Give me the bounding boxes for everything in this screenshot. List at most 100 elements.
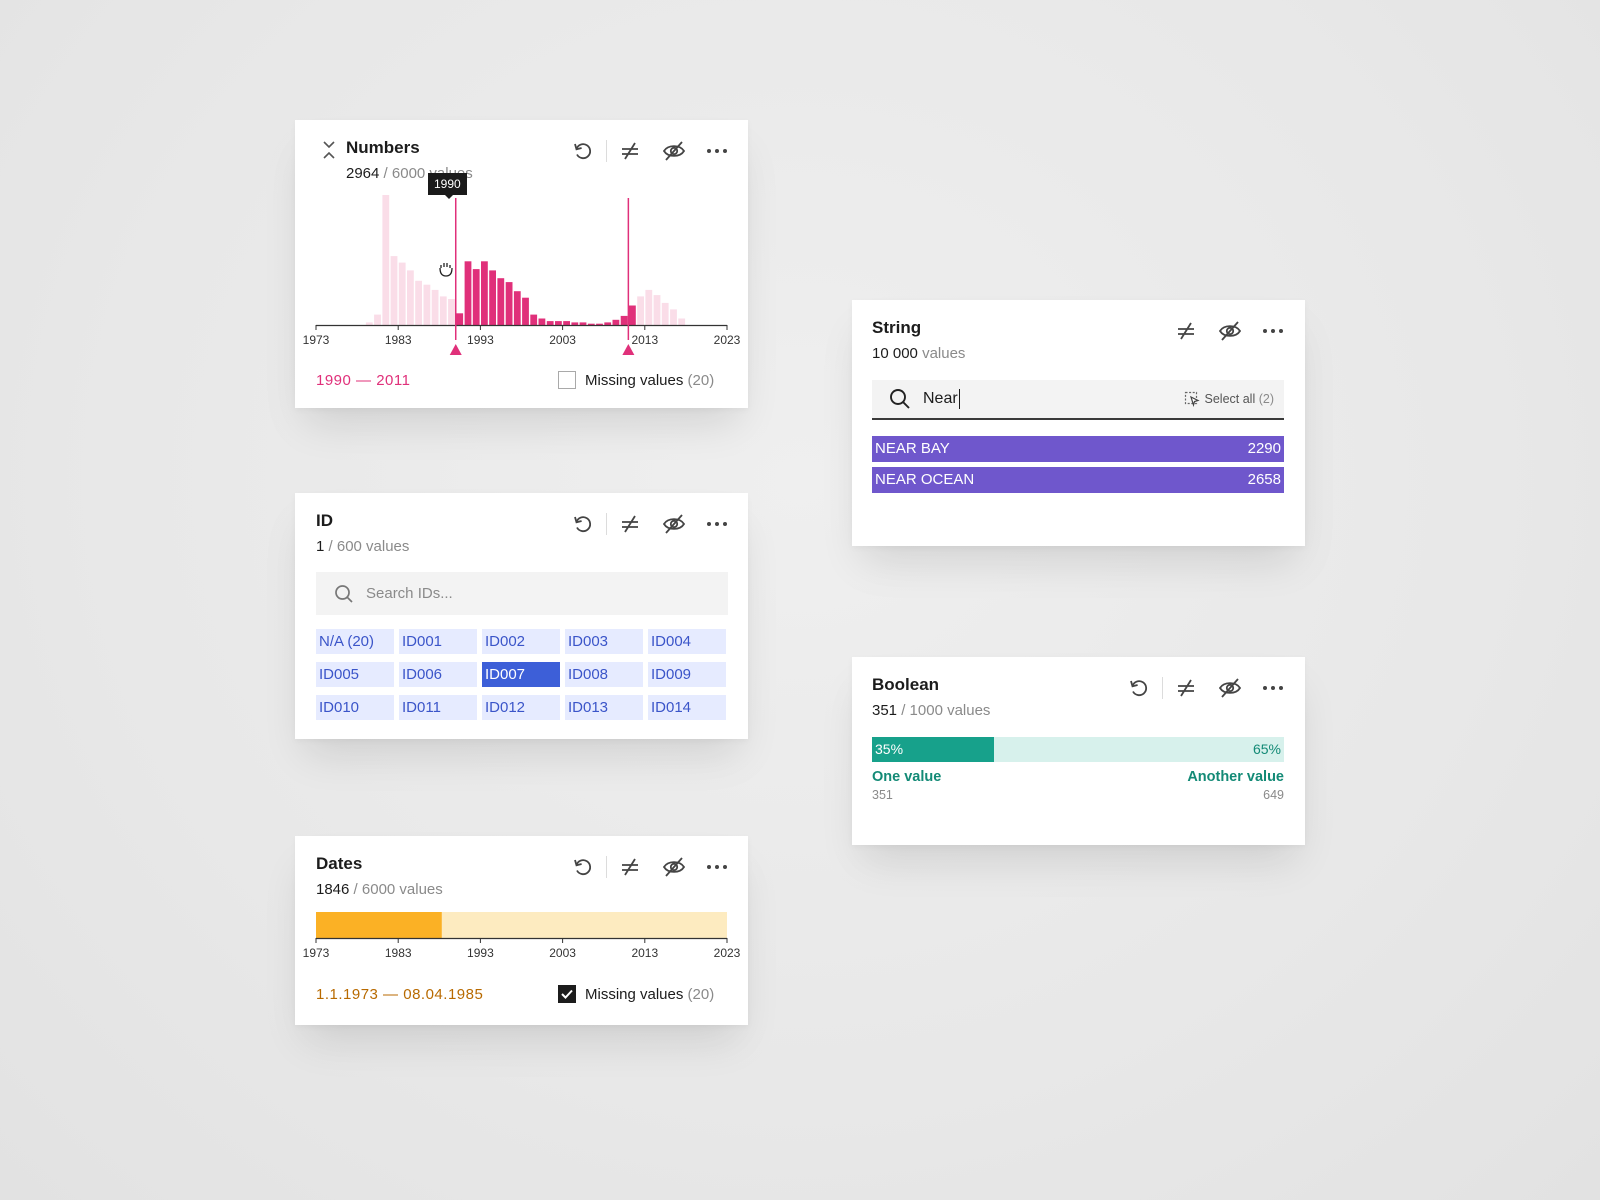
id-value-chip[interactable]: ID013 — [565, 695, 643, 720]
eye-off-icon[interactable] — [662, 512, 686, 536]
histogram-bar — [670, 309, 677, 325]
more-dots-icon[interactable] — [705, 139, 729, 163]
id-value-chip[interactable]: ID008 — [565, 662, 643, 687]
value-count: 1846 / 6000 values — [316, 881, 443, 898]
histogram-bar — [579, 322, 587, 325]
reset-icon[interactable] — [571, 139, 595, 163]
id-value-chip[interactable]: ID001 — [399, 629, 477, 654]
range-readout: 1990 — 2011 — [316, 372, 410, 389]
false-value-label: Another value — [1187, 769, 1284, 785]
eye-off-icon[interactable] — [1218, 676, 1242, 700]
eye-off-icon[interactable] — [662, 855, 686, 879]
histogram-bar — [407, 270, 414, 325]
boolean-split-bar: 35% 65% — [872, 737, 1284, 762]
value-count: 10 000 values — [872, 345, 965, 362]
id-value-chip[interactable]: ID009 — [648, 662, 726, 687]
histogram-bar — [522, 297, 529, 325]
x-axis-tick-label: 1993 — [467, 946, 494, 960]
not-equal-filter-icon[interactable] — [1174, 319, 1198, 343]
string-value-row[interactable]: NEAR OCEAN 2658 — [872, 467, 1284, 493]
x-axis-tick-label: 1973 — [303, 333, 330, 347]
histogram-bar — [505, 282, 513, 325]
reset-icon[interactable] — [571, 512, 595, 536]
id-value-chip[interactable]: ID010 — [316, 695, 394, 720]
more-dots-icon[interactable] — [1261, 676, 1285, 700]
string-value-label: NEAR OCEAN — [875, 471, 975, 488]
more-dots-icon[interactable] — [1261, 319, 1285, 343]
id-value-chip[interactable]: ID012 — [482, 695, 560, 720]
id-value-chip[interactable]: ID005 — [316, 662, 394, 687]
histogram-bar — [472, 269, 480, 325]
not-equal-filter-icon[interactable] — [618, 512, 642, 536]
histogram-bar — [382, 195, 390, 325]
true-value-count: 351 — [872, 788, 893, 802]
toolbar-divider — [1162, 677, 1163, 699]
boolean-true-segment[interactable]: 35% — [872, 737, 994, 762]
histogram-bar — [464, 261, 472, 325]
id-value-chip[interactable]: ID014 — [648, 695, 726, 720]
not-equal-filter-icon[interactable] — [1174, 676, 1198, 700]
missing-values-count: (20) — [687, 985, 715, 1003]
more-dots-icon[interactable] — [705, 512, 729, 536]
not-equal-filter-icon[interactable] — [618, 855, 642, 879]
date-range-separator: — — [378, 986, 404, 1003]
false-percent: 65% — [1252, 741, 1281, 757]
string-value-row[interactable]: NEAR BAY 2290 — [872, 436, 1284, 462]
x-axis-tick-label: 2003 — [549, 333, 576, 347]
histogram-bar — [439, 296, 447, 325]
histogram-bar — [398, 262, 406, 325]
missing-values-checkbox[interactable] — [558, 985, 576, 1003]
toolbar-divider — [606, 513, 607, 535]
boolean-false-segment[interactable]: 65% — [993, 737, 1284, 762]
histogram-bar — [546, 321, 554, 325]
x-axis-tick-label: 2003 — [549, 946, 576, 960]
histogram-bar — [415, 280, 422, 325]
histogram-bar — [653, 295, 661, 325]
search-icon — [334, 584, 354, 604]
missing-values-checkbox[interactable] — [558, 371, 576, 389]
histogram-bar — [596, 323, 603, 325]
select-all-button[interactable]: Select all (2) — [1184, 391, 1274, 407]
date-range-bar[interactable]: 1973 1983 1993 2003 2013 2023 — [295, 912, 748, 972]
id-value-chip[interactable]: ID007 — [482, 662, 560, 687]
collapse-icon[interactable] — [321, 139, 337, 161]
id-value-chip[interactable]: ID011 — [399, 695, 477, 720]
card-title: Numbers — [346, 138, 420, 157]
date-range-readout: 1.1.1973 — 08.04.1985 — [316, 986, 483, 1003]
range-start-handle[interactable] — [449, 344, 462, 355]
x-axis-tick-label: 1983 — [385, 946, 412, 960]
histogram-bar — [489, 270, 496, 325]
search-value: Near — [923, 390, 958, 407]
id-value-chip[interactable]: N/A (20) — [316, 629, 394, 654]
card-toolbar — [571, 139, 729, 163]
id-value-chip[interactable]: ID002 — [482, 629, 560, 654]
grab-hand-icon — [438, 260, 454, 278]
missing-values-toggle[interactable]: Missing values (20) — [558, 985, 714, 1003]
selected-count: 2964 — [346, 165, 380, 182]
string-search-input[interactable]: Near Select all (2) — [872, 380, 1284, 420]
card-toolbar — [1174, 319, 1285, 343]
id-search-input[interactable]: Search IDs... — [316, 572, 728, 615]
id-value-chip[interactable]: ID006 — [399, 662, 477, 687]
date-range-selected[interactable] — [316, 912, 442, 938]
card-toolbar — [571, 512, 729, 536]
missing-values-toggle[interactable]: Missing values (20) — [558, 371, 714, 389]
string-value-count: 2290 — [1247, 440, 1281, 457]
reset-icon[interactable] — [571, 855, 595, 879]
eye-off-icon[interactable] — [1218, 319, 1242, 343]
histogram-bar — [587, 323, 595, 325]
histogram-bar — [456, 313, 464, 325]
histogram-chart[interactable]: 1973 1983 1993 2003 2013 2023 — [295, 195, 748, 395]
id-value-chip[interactable]: ID003 — [565, 629, 643, 654]
select-all-label: Select all — [1204, 392, 1256, 406]
x-axis-tick-label: 2023 — [714, 946, 741, 960]
id-value-chip[interactable]: ID004 — [648, 629, 726, 654]
histogram-bar — [448, 299, 455, 325]
eye-off-icon[interactable] — [662, 139, 686, 163]
not-equal-filter-icon[interactable] — [618, 139, 642, 163]
histogram-bar — [423, 284, 431, 325]
histogram-bar — [604, 322, 612, 325]
reset-icon[interactable] — [1127, 676, 1151, 700]
range-separator: — — [351, 372, 377, 389]
more-dots-icon[interactable] — [705, 855, 729, 879]
